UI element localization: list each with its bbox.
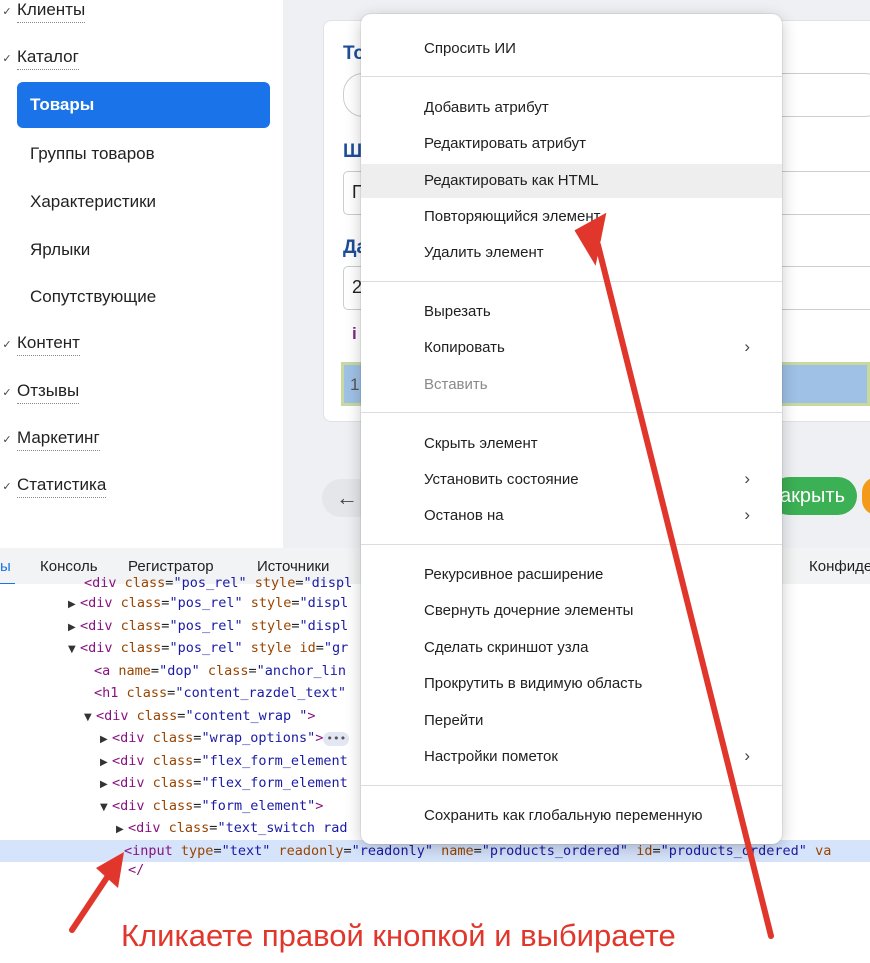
- menu-item-label: Вставить: [424, 376, 488, 393]
- chevron-down-icon: ✓: [2, 386, 12, 399]
- chevron-down-icon: ✓: [2, 480, 12, 493]
- menu-item-go-to[interactable]: Перейти: [361, 704, 782, 738]
- field-label-2: Ш: [343, 141, 363, 162]
- chevron-down-icon: ✓: [2, 433, 12, 446]
- sidebar-group-statistics[interactable]: ✓ Статистика: [0, 472, 107, 500]
- sidebar-item-related[interactable]: Сопутствующие: [30, 287, 156, 307]
- menu-item-paste: Вставить: [361, 368, 782, 402]
- dom-node[interactable]: </: [128, 859, 870, 881]
- sidebar-group-label: Статистика: [17, 475, 107, 498]
- inline-fragment: i: [352, 324, 357, 343]
- menu-item-label: Настройки пометок: [424, 748, 558, 765]
- menu-item-label: Копировать: [424, 339, 505, 356]
- menu-item-label: Спросить ИИ: [424, 40, 516, 57]
- menu-item-force-state[interactable]: Установить состояние ›: [361, 463, 782, 497]
- menu-separator: [361, 785, 782, 786]
- menu-item-label: Повторяющийся элемент: [424, 208, 601, 225]
- menu-item-label: Вырезать: [424, 303, 491, 320]
- menu-item-edit-as-html[interactable]: Редактировать как HTML: [361, 164, 782, 198]
- menu-item-add-attribute[interactable]: Добавить атрибут: [361, 91, 782, 125]
- menu-item-label: Редактировать атрибут: [424, 135, 587, 152]
- menu-item-duplicate-element[interactable]: Повторяющийся элемент: [361, 200, 782, 234]
- chevron-right-icon: ›: [744, 505, 750, 524]
- sidebar-item-label: Товары: [30, 95, 95, 114]
- menu-item-badge-settings[interactable]: Настройки пометок ›: [361, 740, 782, 774]
- menu-item-expand-recursively[interactable]: Рекурсивное расширение: [361, 558, 782, 592]
- sidebar-group-label: Отзывы: [17, 381, 80, 404]
- sidebar-group-content[interactable]: ✓ Контент: [0, 330, 80, 358]
- menu-item-delete-element[interactable]: Удалить элемент: [361, 236, 782, 270]
- sidebar: ✓ Клиенты ✓ Каталог Товары Группы товаро…: [0, 0, 283, 548]
- sidebar-group-label: Клиенты: [17, 0, 86, 23]
- chevron-down-icon: ✓: [2, 338, 12, 351]
- menu-separator: [361, 544, 782, 545]
- sidebar-group-label: Контент: [17, 333, 80, 356]
- menu-item-collapse-children[interactable]: Свернуть дочерние элементы: [361, 594, 782, 628]
- menu-item-copy[interactable]: Копировать ›: [361, 331, 782, 365]
- menu-item-label: Сохранить как глобальную переменную: [424, 807, 703, 824]
- menu-item-hide-element[interactable]: Скрыть элемент: [361, 427, 782, 461]
- menu-item-scroll-into-view[interactable]: Прокрутить в видимую область: [361, 667, 782, 701]
- menu-item-label: Скрыть элемент: [424, 435, 538, 452]
- chevron-right-icon: ›: [744, 337, 750, 356]
- annotation-caption: Кликаете правой кнопкой и выбираете: [121, 918, 676, 953]
- chevron-down-icon: ✓: [2, 5, 12, 18]
- menu-item-label: Рекурсивное расширение: [424, 566, 604, 583]
- menu-item-ask-ai[interactable]: Спросить ИИ: [361, 32, 782, 66]
- menu-item-cut[interactable]: Вырезать: [361, 295, 782, 329]
- menu-item-capture-node-screenshot[interactable]: Сделать скриншот узла: [361, 631, 782, 665]
- sidebar-item-product-groups[interactable]: Группы товаров: [30, 144, 155, 164]
- menu-item-label: Свернуть дочерние элементы: [424, 602, 634, 619]
- sidebar-group-label: Маркетинг: [17, 428, 100, 451]
- sidebar-group-reviews[interactable]: ✓ Отзывы: [0, 378, 80, 406]
- context-menu: Спросить ИИ Добавить атрибут Редактирова…: [361, 14, 782, 844]
- sidebar-group-marketing[interactable]: ✓ Маркетинг: [0, 425, 100, 453]
- menu-item-label: Останов на: [424, 507, 504, 524]
- sidebar-group-catalog[interactable]: ✓ Каталог: [0, 44, 79, 72]
- menu-separator: [361, 281, 782, 282]
- menu-item-label: Установить состояние: [424, 471, 579, 488]
- arrow-left-icon: ←: [336, 485, 358, 510]
- menu-item-label: Прокрутить в видимую область: [424, 675, 643, 692]
- menu-item-label: Перейти: [424, 712, 484, 729]
- menu-item-label: Редактировать как HTML: [424, 172, 599, 189]
- sidebar-group-clients[interactable]: ✓ Клиенты: [0, 0, 86, 25]
- menu-item-label: Сделать скриншот узла: [424, 639, 589, 656]
- menu-item-edit-attribute[interactable]: Редактировать атрибут: [361, 127, 782, 161]
- highlighted-value: 1: [350, 375, 360, 394]
- close-button[interactable]: акрыть: [770, 477, 857, 515]
- menu-item-label: Добавить атрибут: [424, 99, 549, 116]
- menu-separator: [361, 76, 782, 77]
- ellipsis-icon[interactable]: •••: [323, 732, 350, 746]
- menu-item-store-as-global-variable[interactable]: Сохранить как глобальную переменную: [361, 799, 782, 833]
- menu-item-break-on[interactable]: Останов на ›: [361, 499, 782, 533]
- chevron-right-icon: ›: [744, 746, 750, 765]
- tab-elements[interactable]: ы: [0, 558, 15, 585]
- sidebar-group-label: Каталог: [17, 47, 79, 70]
- chevron-down-icon: ✓: [2, 52, 12, 65]
- menu-item-label: Удалить элемент: [424, 244, 544, 261]
- menu-separator: [361, 412, 782, 413]
- chevron-right-icon: ›: [744, 469, 750, 488]
- sidebar-item-labels[interactable]: Ярлыки: [30, 240, 90, 260]
- sidebar-item-characteristics[interactable]: Характеристики: [30, 192, 156, 212]
- sidebar-item-products[interactable]: Товары: [17, 82, 270, 128]
